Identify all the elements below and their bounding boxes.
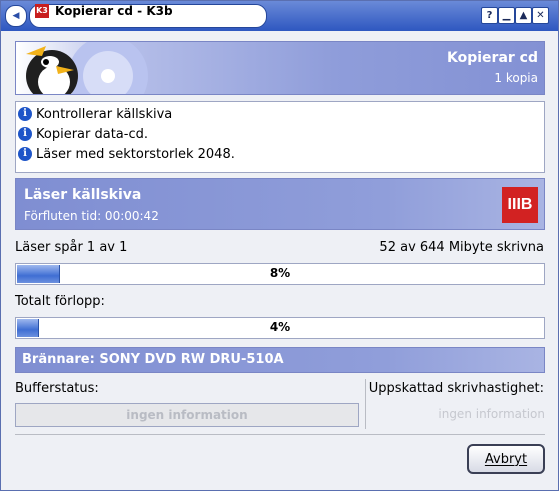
penguin-cd-icon	[26, 42, 148, 94]
buffer-label: Bufferstatus:	[15, 381, 99, 396]
header-title: Kopierar cd	[447, 50, 538, 66]
log-text: Läser med sektorstorlek 2048.	[36, 146, 235, 162]
elapsed-time: Förfluten tid: 00:00:42	[24, 209, 159, 223]
buffer-status-bar: ingen information	[15, 403, 359, 427]
track-label: Läser spår 1 av 1	[15, 240, 128, 255]
log-text: Kopierar data-cd.	[36, 126, 148, 142]
track-progress-bar: 8%	[15, 263, 545, 285]
window-menu-icon[interactable]: ◀	[5, 5, 27, 27]
cancel-label: Avbryt	[484, 451, 528, 467]
status-title: Läser källskiva	[24, 187, 142, 203]
info-icon: i	[18, 127, 32, 141]
total-label: Totalt förlopp:	[15, 294, 105, 309]
burner-header: Brännare: SONY DVD RW DRU-510A	[15, 347, 545, 373]
track-progress-text: 8%	[269, 266, 291, 280]
header-subtitle: 1 kopia	[494, 71, 538, 85]
total-progress-text: 4%	[269, 320, 291, 334]
copy-cd-dialog: ◀ K3 Kopierar cd - K3b ? ▁ ▲ ✕ Kopierar …	[0, 0, 559, 491]
status-header: Läser källskiva Förfluten tid: 00:00:42 …	[15, 178, 545, 230]
close-button[interactable]: ✕	[532, 7, 549, 24]
log-item: i Kopierar data-cd.	[18, 124, 148, 144]
log-text: Kontrollerar källskiva	[36, 106, 173, 122]
title-bar[interactable]: ◀ K3 Kopierar cd - K3b ? ▁ ▲ ✕	[1, 1, 558, 31]
log-item: i Kontrollerar källskiva	[18, 104, 172, 124]
header-banner: Kopierar cd 1 kopia	[15, 41, 545, 95]
cancel-button[interactable]: Avbryt	[467, 444, 545, 474]
speed-value: ingen information	[438, 407, 545, 421]
k3b-logo-icon: IIIB	[502, 187, 538, 223]
divider	[365, 379, 366, 429]
log-list[interactable]: i Kontrollerar källskiva i Kopierar data…	[15, 101, 545, 173]
track-size: 52 av 644 Mibyte skrivna	[379, 240, 544, 255]
info-icon: i	[18, 147, 32, 161]
divider	[15, 434, 545, 435]
maximize-button[interactable]: ▲	[515, 7, 532, 24]
burner-title: Brännare: SONY DVD RW DRU-510A	[22, 352, 284, 367]
help-button[interactable]: ?	[481, 7, 498, 24]
total-progress-bar: 4%	[15, 317, 545, 339]
info-icon: i	[18, 107, 32, 121]
speed-label: Uppskattad skrivhastighet:	[368, 381, 544, 396]
window-title: Kopierar cd - K3b	[55, 4, 173, 18]
k3b-icon: K3	[35, 4, 49, 18]
log-item: i Läser med sektorstorlek 2048.	[18, 144, 235, 164]
minimize-button[interactable]: ▁	[498, 7, 515, 24]
buffer-status-text: ingen information	[126, 408, 248, 422]
